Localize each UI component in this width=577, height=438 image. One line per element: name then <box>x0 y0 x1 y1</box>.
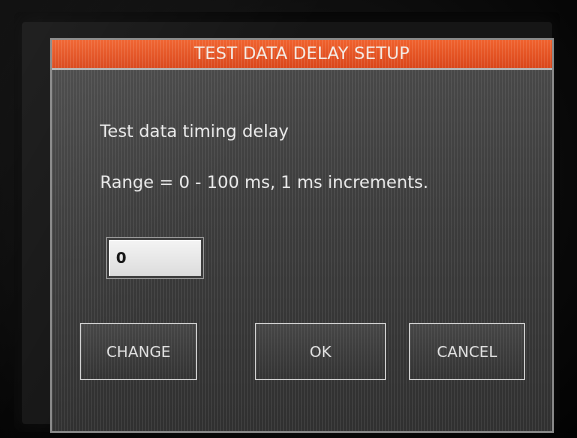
dialog-title-bar: TEST DATA DELAY SETUP <box>52 40 552 70</box>
change-button[interactable]: CHANGE <box>80 323 197 380</box>
device-photo: TEST DATA DELAY SETUP Test data timing d… <box>0 0 577 438</box>
delay-value: 0 <box>116 249 127 267</box>
delay-setup-dialog: TEST DATA DELAY SETUP Test data timing d… <box>50 38 554 433</box>
dialog-title: TEST DATA DELAY SETUP <box>194 44 410 64</box>
range-info: Range = 0 - 100 ms, 1 ms increments. <box>100 173 429 193</box>
delay-value-field[interactable]: 0 <box>107 238 203 278</box>
ok-button[interactable]: OK <box>255 323 386 380</box>
delay-description: Test data timing delay <box>100 122 289 142</box>
cancel-button[interactable]: CANCEL <box>409 323 525 380</box>
